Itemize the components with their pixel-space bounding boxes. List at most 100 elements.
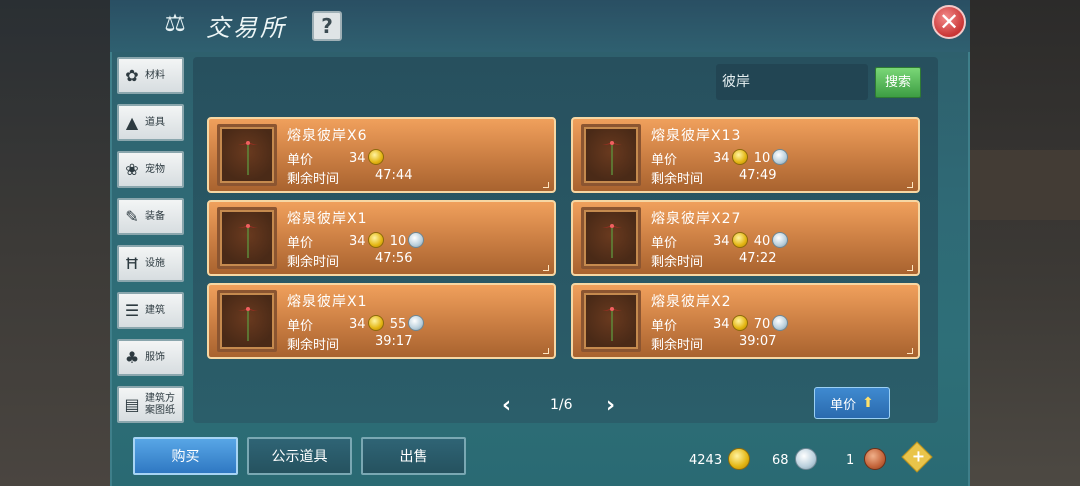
time-left-label: 剩余时间: [287, 255, 340, 270]
price-label: 单价: [287, 236, 314, 251]
gold-price: 34: [349, 234, 366, 249]
sell-button[interactable]: 出售: [361, 437, 466, 475]
silver-price: 10: [753, 151, 771, 166]
sidebar-item-pet[interactable]: ❀ 宠物: [117, 151, 184, 188]
item-name: 熔泉彼岸X6: [287, 128, 368, 144]
silver-price: 55: [389, 317, 407, 332]
scale-icon: ⚖: [164, 9, 186, 37]
bronze-amount: 1: [846, 453, 855, 468]
silver-coin-icon: [794, 448, 817, 470]
listing-card[interactable]: 熔泉彼岸X27 单价 34 40 剩余时间 47:22: [571, 200, 920, 276]
sidebar-item-label: 建筑: [145, 304, 165, 316]
gold-price: 34: [713, 234, 730, 249]
listing-card[interactable]: 熔泉彼岸X13 单价 34 10 剩余时间 47:49: [571, 117, 920, 193]
price-row: 单价 34 70: [651, 315, 789, 334]
price-row: 单价 34 10: [651, 149, 789, 168]
gold-price: 34: [349, 151, 366, 166]
price-row: 单价 34: [287, 149, 384, 168]
materials-icon: ✿: [125, 66, 139, 85]
sidebar-item-label: 宠物: [145, 163, 165, 175]
background-right: [965, 0, 1080, 486]
time-left-value: 39:17: [375, 334, 413, 349]
sidebar-item-label: 设施: [145, 257, 165, 269]
silver-coin-icon: [408, 315, 425, 331]
showcase-items-button[interactable]: 公示道具: [247, 437, 352, 475]
gold-coin-icon: [731, 149, 748, 165]
corner-mark: [543, 348, 549, 354]
page-indicator: 1/6: [550, 397, 573, 413]
search-button[interactable]: 搜索: [875, 67, 921, 98]
price-value: 34: [349, 149, 386, 166]
time-left-value: 39:07: [739, 334, 777, 349]
equipment-icon: ✎: [125, 207, 139, 226]
gold-coin-icon: [731, 232, 748, 248]
price-value: 34 70: [713, 315, 790, 332]
silver-coin-icon: [772, 315, 789, 331]
flower-item-icon: [217, 124, 277, 186]
next-page-button[interactable]: ›: [606, 393, 615, 418]
price-value: 34 55: [349, 315, 426, 332]
corner-mark: [543, 265, 549, 271]
buy-button[interactable]: 购买: [133, 437, 238, 475]
item-name: 熔泉彼岸X2: [651, 294, 732, 310]
item-name: 熔泉彼岸X1: [287, 211, 368, 227]
plus-icon: +: [911, 446, 926, 466]
help-button[interactable]: ?: [312, 11, 342, 41]
sidebar-item-building[interactable]: ☰ 建筑: [117, 292, 184, 329]
close-button[interactable]: ✕: [932, 5, 966, 39]
flower-item-icon: [581, 207, 641, 269]
sidebar-item-equipment[interactable]: ✎ 装备: [117, 198, 184, 235]
time-left-value: 47:44: [375, 168, 413, 183]
time-left-label: 剩余时间: [651, 338, 704, 353]
gold-price: 34: [349, 317, 366, 332]
price-label: 单价: [287, 153, 314, 168]
time-left-label: 剩余时间: [651, 255, 704, 270]
sort-by-price-button[interactable]: 单价 ⬆: [814, 387, 890, 419]
price-value: 34 10: [349, 232, 426, 249]
time-left-label: 剩余时间: [651, 172, 704, 187]
pet-icon: ❀: [125, 160, 139, 179]
sidebar-item-clothing[interactable]: ♣ 服饰: [117, 339, 184, 376]
flower-item-icon: [581, 290, 641, 352]
sidebar-item-props[interactable]: ▲ 道具: [117, 104, 184, 141]
flower-item-icon: [217, 290, 277, 352]
prev-page-button[interactable]: ‹: [502, 393, 511, 418]
silver-coin-icon: [772, 149, 789, 165]
time-left-label: 剩余时间: [287, 338, 340, 353]
time-row: 剩余时间 47:56: [287, 251, 412, 270]
sort-arrow-icon: ⬆: [862, 395, 874, 411]
blueprint-icon: ▤: [124, 395, 140, 414]
time-row: 剩余时间 47:22: [651, 251, 776, 270]
silver-coin-icon: [408, 232, 425, 248]
sidebar-item-label: 服饰: [145, 351, 165, 363]
background-left: [0, 0, 110, 486]
listing-card[interactable]: 熔泉彼岸X1 单价 34 55 剩余时间 39:17: [207, 283, 556, 359]
item-name: 熔泉彼岸X13: [651, 128, 742, 144]
time-row: 剩余时间 47:49: [651, 168, 776, 187]
corner-mark: [907, 265, 913, 271]
gold-coin-icon: [367, 232, 384, 248]
gold-price: 34: [713, 317, 730, 332]
props-icon: ▲: [125, 113, 139, 132]
silver-balance: 68: [772, 448, 819, 470]
sidebar-item-materials[interactable]: ✿ 材料: [117, 57, 184, 94]
gold-coin-icon: [367, 149, 384, 165]
gold-amount: 4243: [689, 453, 723, 468]
listing-card[interactable]: 熔泉彼岸X2 单价 34 70 剩余时间 39:07: [571, 283, 920, 359]
flower-item-icon: [581, 124, 641, 186]
time-row: 剩余时间 39:07: [651, 334, 776, 353]
facility-icon: Ħ: [124, 254, 140, 273]
sidebar-item-blueprint[interactable]: ▤ 建筑方 案图纸: [117, 386, 184, 423]
silver-price: 40: [753, 234, 771, 249]
gold-coin-icon: [728, 448, 751, 470]
price-row: 单价 34 40: [651, 232, 789, 251]
search-input[interactable]: 彼岸: [716, 64, 868, 100]
listing-card[interactable]: 熔泉彼岸X6 单价 34 剩余时间 47:44: [207, 117, 556, 193]
price-row: 单价 34 55: [287, 315, 425, 334]
bronze-balance: 1: [846, 448, 888, 470]
sort-label: 单价: [830, 397, 857, 413]
item-name: 熔泉彼岸X1: [287, 294, 368, 310]
sidebar-item-facility[interactable]: Ħ 设施: [117, 245, 184, 282]
listing-card[interactable]: 熔泉彼岸X1 单价 34 10 剩余时间 47:56: [207, 200, 556, 276]
time-row: 剩余时间 47:44: [287, 168, 412, 187]
